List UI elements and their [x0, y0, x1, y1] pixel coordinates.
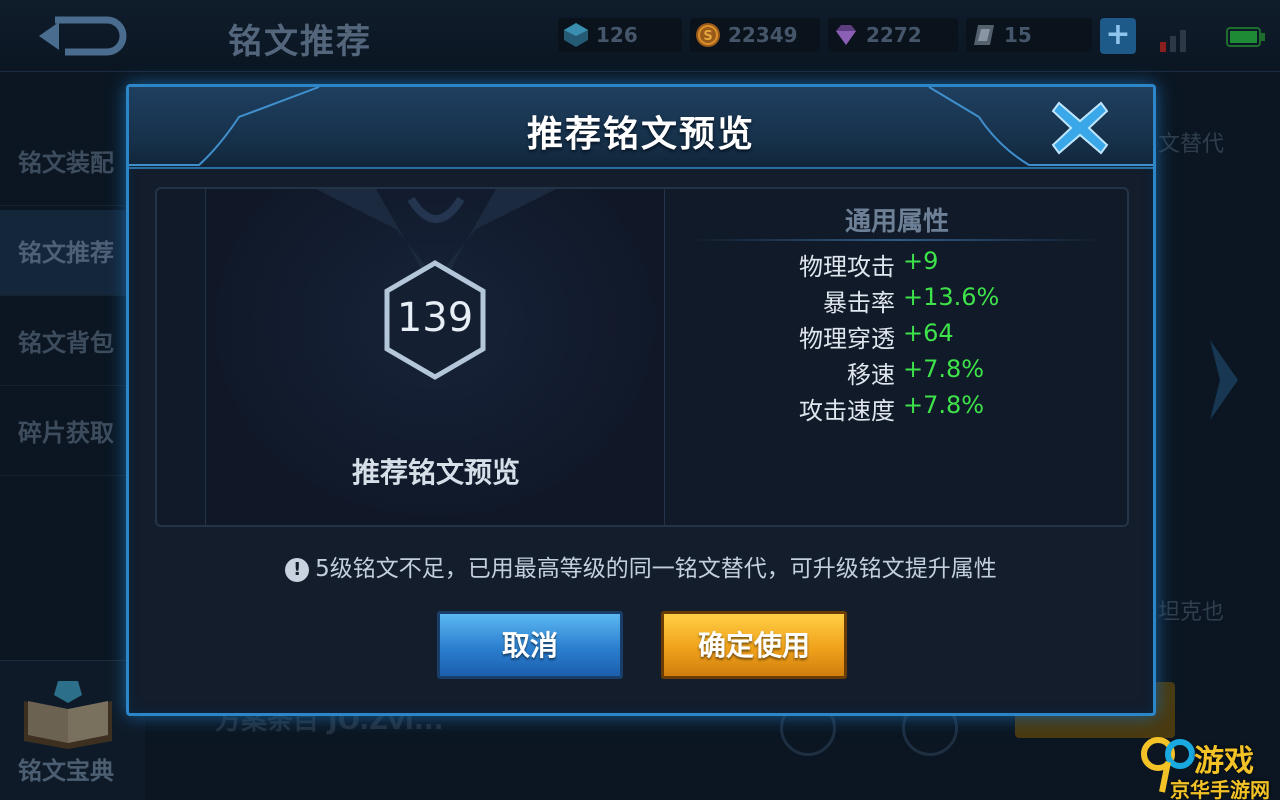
add-currency-button[interactable]: + [1100, 18, 1136, 54]
cancel-button[interactable]: 取消 [437, 611, 623, 679]
attribute-value: +7.8% [903, 391, 985, 419]
sidebar-item-recommend[interactable]: 铭文推荐 [0, 210, 128, 296]
silver-ticket-icon [974, 25, 994, 45]
currency-tickets: 15 [966, 18, 1092, 52]
notice-text: 5级铭文不足，已用最高等级的同一铭文替代，可升级铭文提升属性 [315, 556, 997, 582]
currency-gold: S 22349 [690, 18, 820, 52]
watermark-bottom: 京华手游网 [1170, 778, 1270, 800]
attribute-name: 暴击率 [823, 289, 895, 317]
svg-text:S: S [703, 29, 712, 44]
notice-message: ! 5级铭文不足，已用最高等级的同一铭文替代，可升级铭文提升属性 [129, 549, 1153, 583]
attribute-row: 物理攻击 +9 [667, 247, 1127, 283]
chevron-right-icon[interactable] [1204, 330, 1244, 430]
purple-diamond-icon [836, 25, 856, 45]
currency-diamonds: 2272 [828, 18, 958, 52]
attribute-row: 物理穿透 +64 [667, 319, 1127, 355]
attributes-title: 通用属性 [844, 207, 949, 237]
rune-content-panel: 139 推荐铭文预览 通用属性 物理攻击 +9 暴击率 +13.6% 物理穿透 … [155, 187, 1129, 527]
bg-text-tank: 坦克也 [1158, 600, 1225, 625]
currency-gems: 126 [558, 18, 682, 52]
page-title: 铭文推荐 [228, 22, 372, 62]
preview-label: 推荐铭文预览 [351, 456, 520, 489]
rune-preview-pane: 139 推荐铭文预览 [205, 189, 665, 525]
exclamation-icon: ! [285, 558, 310, 582]
ticket-count: 15 [1004, 23, 1032, 47]
attribute-row: 暴击率 +13.6% [667, 283, 1127, 319]
attributes-pane: 通用属性 物理攻击 +9 暴击率 +13.6% 物理穿透 +64 移速 +7.8… [667, 189, 1127, 525]
watermark: 游戏 京华手游网 [1140, 736, 1280, 800]
sidebar-item-equip[interactable]: 铭文装配 [0, 120, 128, 206]
back-arrow-icon [39, 16, 127, 56]
attribute-name: 物理穿透 [799, 325, 895, 353]
attribute-row: 移速 +7.8% [667, 355, 1127, 391]
confirm-use-button[interactable]: 确定使用 [661, 611, 847, 679]
gold-count: 22349 [728, 23, 798, 47]
gems-count: 126 [596, 23, 638, 47]
attribute-value: +7.8% [903, 355, 985, 383]
sidebar-item-fragments[interactable]: 碎片获取 [0, 390, 128, 476]
top-bar: 铭文推荐 126 S 22349 2272 15 + [0, 0, 1280, 72]
attribute-value: +13.6% [903, 283, 1000, 311]
back-button[interactable] [30, 12, 140, 60]
attribute-name: 移速 [847, 361, 895, 389]
attribute-value: +9 [903, 247, 939, 275]
attribute-value: +64 [903, 319, 954, 347]
sidebar-item-backpack[interactable]: 铭文背包 [0, 300, 128, 386]
rune-codex-button[interactable]: 铭文宝典 [0, 660, 145, 800]
rune-codex-label: 铭文宝典 [18, 757, 114, 785]
signal-icon [1160, 30, 1186, 52]
attribute-row: 攻击速度 +7.8% [667, 391, 1127, 427]
rune-preview-dialog: 推荐铭文预览 139 推荐铭文预览 通用属性 物理攻击 +9 暴击率 +13.6… [126, 84, 1156, 716]
rune-level-number: 139 [396, 295, 474, 341]
close-icon[interactable] [1049, 97, 1111, 159]
bg-text-replace: 文替代 [1158, 132, 1225, 157]
blue-gem-icon [564, 23, 588, 47]
dialog-title: 推荐铭文预览 [526, 114, 755, 155]
diamond-count: 2272 [866, 23, 922, 47]
gold-coin-icon: S [696, 23, 720, 47]
attribute-name: 物理攻击 [799, 253, 895, 281]
attributes-divider [687, 239, 1107, 241]
book-icon [24, 681, 112, 749]
battery-icon [1226, 27, 1265, 47]
attribute-name: 攻击速度 [799, 397, 895, 425]
dialog-header: 推荐铭文预览 [129, 87, 1153, 169]
